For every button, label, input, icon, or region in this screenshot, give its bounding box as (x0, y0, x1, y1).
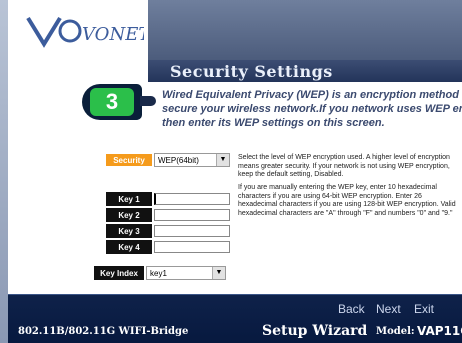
logo-text: VONETS (82, 24, 144, 45)
key-index-label: Key Index (94, 266, 144, 280)
intro-line-2: secure your wireless network.If you netw… (162, 103, 462, 115)
next-button[interactable]: Next (376, 302, 401, 316)
key3-input[interactable] (154, 225, 230, 237)
wizard-frame: VONETS Security Settings 3 Wired Equival… (0, 0, 462, 343)
exit-button[interactable]: Exit (414, 302, 434, 316)
key2-label: Key 2 (106, 208, 152, 222)
key1-input[interactable] (154, 193, 230, 205)
security-select[interactable]: WEP(64bit) ▼ (154, 153, 230, 167)
chevron-down-icon[interactable]: ▼ (212, 267, 225, 279)
key3-label: Key 3 (106, 224, 152, 238)
key2-input[interactable] (154, 209, 230, 221)
intro-line-3: then enter its WEP settings on this scre… (162, 117, 385, 129)
model-label: Model: (376, 326, 415, 337)
model-value: VAP11G (417, 324, 462, 338)
page-title: Security Settings (170, 62, 333, 81)
device-type: 802.11B/802.11G WIFI-Bridge (18, 326, 189, 337)
key1-label: Key 1 (106, 192, 152, 206)
key-index-select[interactable]: key1 ▼ (146, 266, 226, 280)
logo-area: VONETS (8, 0, 148, 60)
intro-line-1: Wired Equivalent Privacy (WEP) is an enc… (162, 89, 462, 101)
key-index-value: key1 (150, 269, 167, 278)
back-button[interactable]: Back (338, 302, 365, 316)
pen-icon (140, 96, 156, 106)
divider (8, 294, 462, 295)
left-strip (0, 0, 8, 343)
help-security: Select the level of WEP encryption used.… (238, 154, 450, 178)
step-number: 3 (90, 88, 134, 116)
key4-input[interactable] (154, 241, 230, 253)
help-key: If you are manually entering the WEP key… (238, 184, 456, 217)
intro-text: Wired Equivalent Privacy (WEP) is an enc… (162, 88, 462, 130)
security-select-value: WEP(64bit) (158, 156, 199, 165)
security-label: Security (106, 154, 152, 166)
key4-label: Key 4 (106, 240, 152, 254)
wizard-label: Setup Wizard (262, 323, 368, 339)
chevron-down-icon[interactable]: ▼ (216, 154, 229, 166)
vonets-logo: VONETS (26, 16, 144, 48)
settings-form: Security WEP(64bit) ▼ Key 1 Key 2 Key 3 … (8, 140, 462, 290)
